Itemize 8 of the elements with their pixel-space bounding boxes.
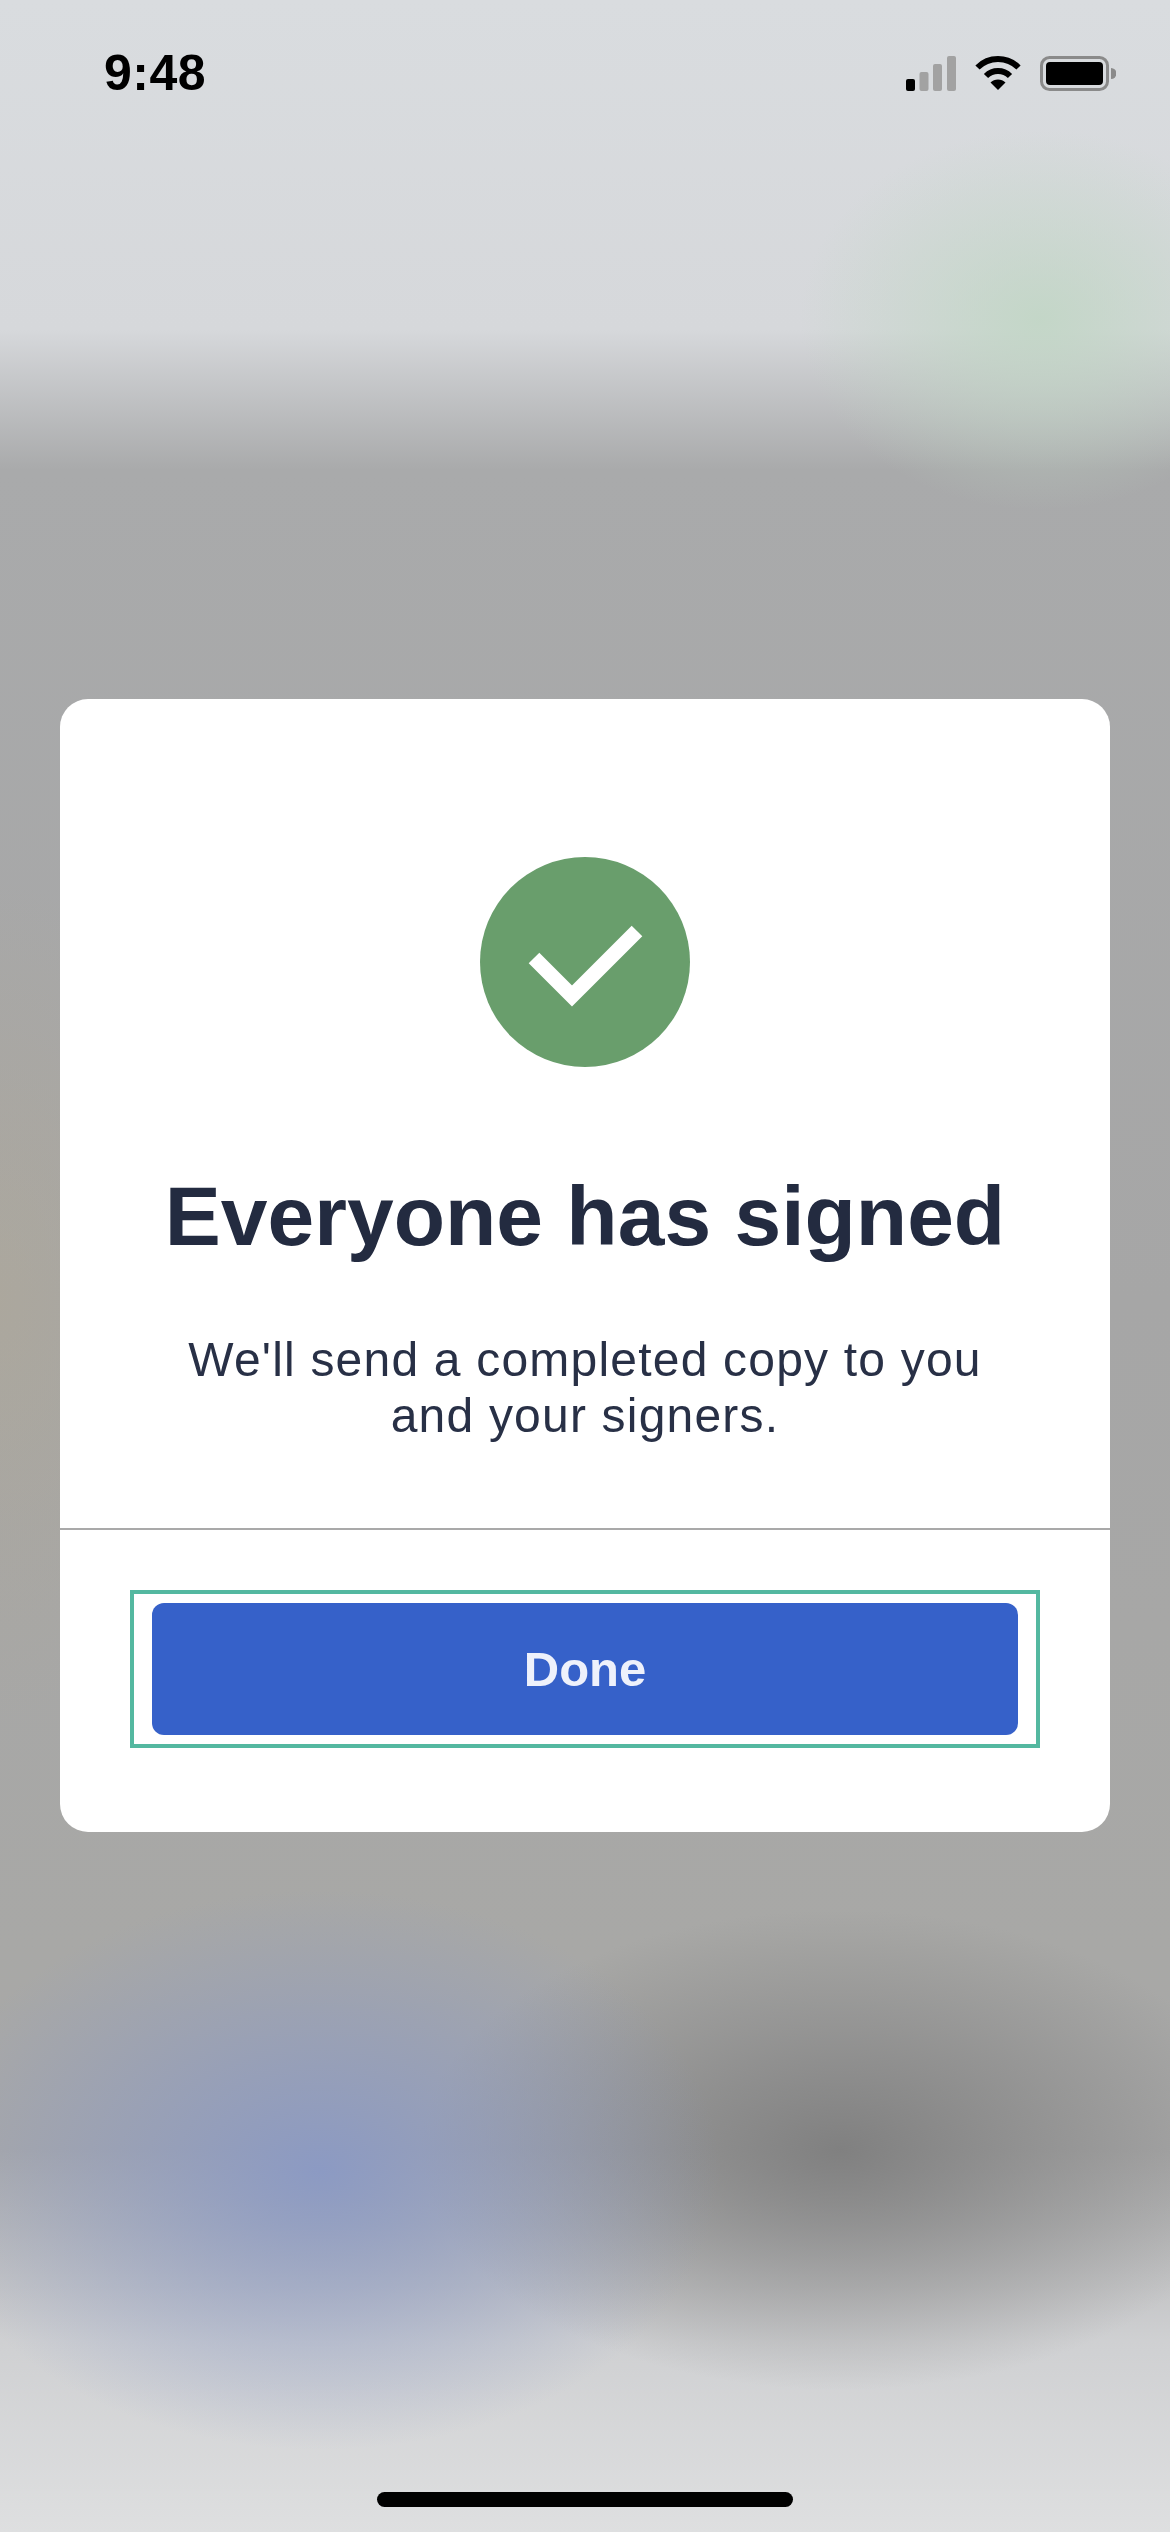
signal-icon xyxy=(906,55,956,91)
wifi-icon xyxy=(974,55,1022,91)
dialog-message: We'll send a completed copy to you and your signers. xyxy=(187,1332,983,1444)
done-button[interactable]: Done xyxy=(152,1603,1018,1735)
status-time: 9:48 xyxy=(104,44,207,102)
check-circle-icon xyxy=(480,857,690,1067)
dialog-title: Everyone has signed xyxy=(164,1168,1006,1265)
battery-icon xyxy=(1040,55,1116,91)
